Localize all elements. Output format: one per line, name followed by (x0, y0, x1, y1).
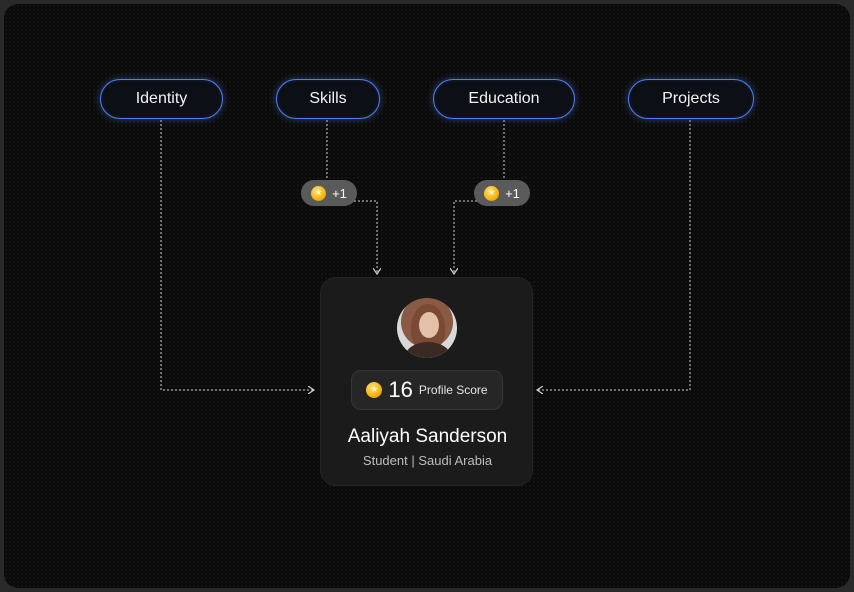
node-skills-label: Skills (309, 90, 347, 107)
connector-projects (537, 120, 691, 390)
node-identity-label: Identity (135, 90, 188, 107)
coin-icon (484, 185, 500, 201)
avatar (397, 298, 457, 358)
canvas-frame: Identity Skills Education Projects +1 +1… (4, 4, 850, 588)
profile-score-value: 16 (388, 377, 413, 402)
profile-score-label: Profile Score (418, 383, 488, 397)
skills-points-badge: +1 (301, 180, 357, 206)
education-points-label: +1 (505, 185, 520, 201)
node-projects[interactable]: Projects (628, 79, 754, 119)
profile-name: Aaliyah Sanderson (347, 426, 508, 447)
node-skills[interactable]: Skills (276, 79, 380, 119)
coin-icon (311, 185, 327, 201)
node-education[interactable]: Education (433, 79, 575, 119)
skills-points-label: +1 (332, 185, 347, 201)
node-identity[interactable]: Identity (100, 79, 223, 119)
profile-card[interactable]: 16 Profile Score Aaliyah Sanderson Stude… (320, 277, 533, 486)
profile-score-badge: 16 Profile Score (351, 370, 503, 410)
node-projects-label: Projects (662, 90, 720, 107)
node-education-label: Education (468, 90, 540, 107)
profile-subtitle: Student | Saudi Arabia (362, 453, 493, 468)
coin-icon (366, 382, 383, 398)
connector-identity (160, 120, 314, 390)
education-points-badge: +1 (474, 180, 530, 206)
